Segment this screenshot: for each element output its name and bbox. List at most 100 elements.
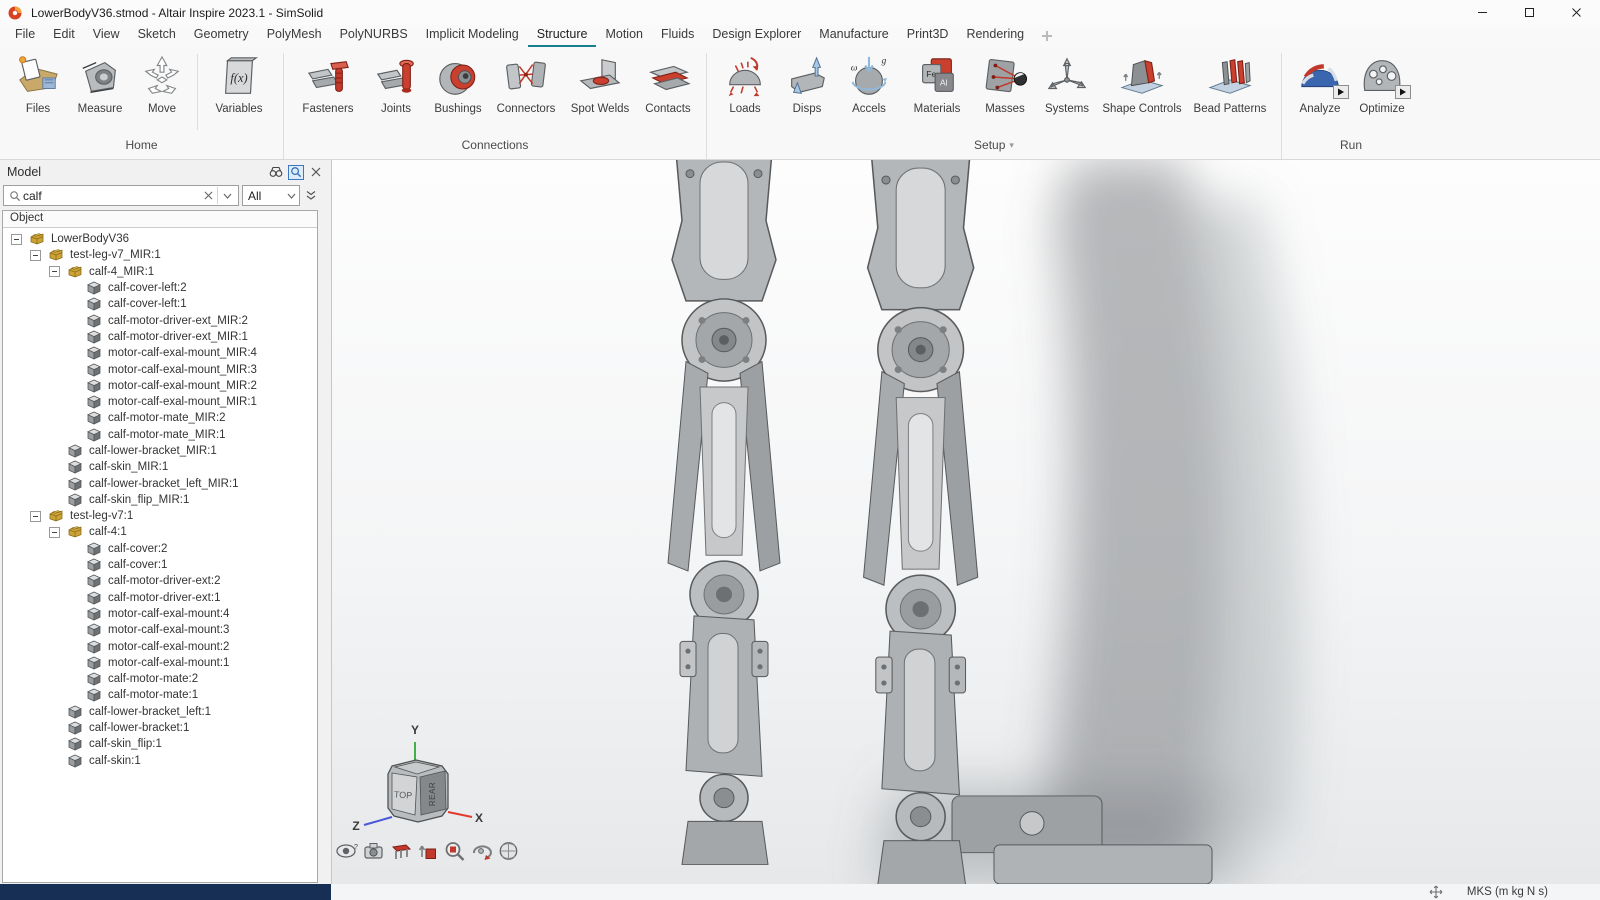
tree-row[interactable]: motor-calf-exal-mount_MIR:1	[5, 394, 317, 410]
collapse-expander-icon[interactable]	[49, 266, 60, 277]
tree-row[interactable]: motor-calf-exal-mount_MIR:3	[5, 361, 317, 377]
section-plane-icon[interactable]	[389, 840, 413, 862]
bushings-button[interactable]: Bushings	[427, 53, 489, 116]
tree-row[interactable]: calf-lower-bracket_MIR:1	[5, 443, 317, 459]
tree-row[interactable]: calf-lower-bracket_left_MIR:1	[5, 475, 317, 491]
tree-row[interactable]: motor-calf-exal-mount:3	[5, 622, 317, 638]
close-button[interactable]	[1553, 0, 1600, 25]
menu-item-geometry[interactable]: Geometry	[185, 25, 258, 47]
tree-row[interactable]: calf-motor-mate:2	[5, 671, 317, 687]
tree-row[interactable]: motor-calf-exal-mount_MIR:4	[5, 345, 317, 361]
tree-row[interactable]: test-leg-v7_MIR:1	[5, 247, 317, 263]
3d-viewport[interactable]: TOP REAR Y X Z ?	[332, 160, 1600, 884]
loads-button[interactable]: Loads	[714, 53, 776, 116]
tree-row[interactable]: calf-motor-driver-ext_MIR:1	[5, 329, 317, 345]
expand-search-options-icon[interactable]	[303, 186, 319, 206]
collapse-expander-icon[interactable]	[30, 250, 41, 261]
masses-button[interactable]: Masses	[974, 53, 1036, 116]
view-sphere-icon[interactable]	[497, 840, 521, 862]
tree-row[interactable]: calf-motor-mate_MIR:2	[5, 410, 317, 426]
shape-controls-button[interactable]: Shape Controls	[1098, 53, 1186, 116]
minimize-button[interactable]	[1459, 0, 1506, 25]
tree-row[interactable]: calf-4_MIR:1	[5, 264, 317, 280]
collapse-expander-icon[interactable]	[11, 234, 22, 245]
materials-button[interactable]: FeAlMaterials	[900, 53, 974, 116]
spot-welds-button[interactable]: Spot Welds	[563, 53, 637, 116]
clear-search-icon[interactable]	[200, 187, 216, 205]
tree-row[interactable]: calf-4:1	[5, 524, 317, 540]
view-cube-top-face-label[interactable]: TOP	[394, 789, 413, 800]
tree-row[interactable]: calf-lower-bracket:1	[5, 720, 317, 736]
search-box[interactable]	[3, 185, 239, 206]
menu-item-fluids[interactable]: Fluids	[652, 25, 703, 47]
add-ribbon-tab-icon[interactable]	[1033, 25, 1061, 47]
optimize-button[interactable]: Optimize	[1351, 53, 1413, 116]
contacts-button[interactable]: Contacts	[637, 53, 699, 116]
systems-button[interactable]: Systems	[1036, 53, 1098, 116]
tree-row[interactable]: calf-skin:1	[5, 753, 317, 769]
menu-item-rendering[interactable]: Rendering	[957, 25, 1033, 47]
joints-button[interactable]: Joints	[365, 53, 427, 116]
search-filter-dropdown[interactable]: All	[242, 185, 300, 206]
panel-close-icon[interactable]	[308, 165, 324, 180]
variables-button[interactable]: f(x)Variables	[202, 53, 276, 116]
maximize-button[interactable]	[1506, 0, 1553, 25]
move-button[interactable]: Move	[131, 53, 193, 116]
menu-item-sketch[interactable]: Sketch	[129, 25, 185, 47]
units-settings-icon[interactable]	[1429, 885, 1443, 899]
measure-button[interactable]: Measure	[69, 53, 131, 116]
tree-row[interactable]: calf-cover:2	[5, 541, 317, 557]
find-binoculars-icon[interactable]	[268, 165, 284, 180]
menu-item-edit[interactable]: Edit	[44, 25, 84, 47]
menu-item-implicit-modeling[interactable]: Implicit Modeling	[417, 25, 528, 47]
collapse-expander-icon[interactable]	[49, 527, 60, 538]
menu-item-polynurbs[interactable]: PolyNURBS	[331, 25, 417, 47]
tree-row[interactable]: calf-lower-bracket_left:1	[5, 704, 317, 720]
tree-row[interactable]: test-leg-v7:1	[5, 508, 317, 524]
zoom-select-icon[interactable]	[443, 840, 467, 862]
tree-row[interactable]: calf-motor-driver-ext_MIR:2	[5, 312, 317, 328]
fit-view-icon[interactable]	[416, 840, 440, 862]
analyze-button[interactable]: Analyze	[1289, 53, 1351, 116]
setup-dropdown-icon[interactable]: ▾	[1009, 141, 1014, 150]
snapshot-camera-icon[interactable]	[362, 840, 386, 862]
bead-patterns-button[interactable]: Bead Patterns	[1186, 53, 1274, 116]
search-tool-icon[interactable]	[288, 165, 304, 180]
units-label[interactable]: MKS (m kg N s)	[1467, 886, 1548, 898]
visibility-eye-icon[interactable]: ?	[335, 840, 359, 862]
menu-item-manufacture[interactable]: Manufacture	[810, 25, 897, 47]
tree-row[interactable]: calf-skin_flip:1	[5, 736, 317, 752]
tree-row[interactable]: calf-cover:1	[5, 557, 317, 573]
tree-row[interactable]: motor-calf-exal-mount:2	[5, 638, 317, 654]
menu-item-view[interactable]: View	[84, 25, 129, 47]
tree-row[interactable]: motor-calf-exal-mount:4	[5, 606, 317, 622]
tree-row[interactable]: calf-motor-mate:1	[5, 687, 317, 703]
tree-row[interactable]: calf-cover-left:1	[5, 296, 317, 312]
tree-row[interactable]: motor-calf-exal-mount:1	[5, 655, 317, 671]
accels-button[interactable]: gωAccels	[838, 53, 900, 116]
collapse-expander-icon[interactable]	[30, 511, 41, 522]
disps-button[interactable]: Disps	[776, 53, 838, 116]
tree-row[interactable]: calf-skin_flip_MIR:1	[5, 492, 317, 508]
rotate-view-icon[interactable]	[470, 840, 494, 862]
tree-row[interactable]: calf-motor-driver-ext:2	[5, 573, 317, 589]
tree-row[interactable]: calf-skin_MIR:1	[5, 459, 317, 475]
search-input[interactable]	[23, 189, 200, 203]
tree-row[interactable]: calf-motor-mate_MIR:1	[5, 427, 317, 443]
menu-item-structure[interactable]: Structure	[528, 25, 597, 47]
fasteners-button[interactable]: Fasteners	[291, 53, 365, 116]
menu-item-file[interactable]: File	[6, 25, 44, 47]
tree-row[interactable]: calf-cover-left:2	[5, 280, 317, 296]
menu-item-print3d[interactable]: Print3D	[898, 25, 958, 47]
connectors-button[interactable]: Connectors	[489, 53, 563, 116]
menu-item-design-explorer[interactable]: Design Explorer	[703, 25, 810, 47]
menu-item-polymesh[interactable]: PolyMesh	[258, 25, 331, 47]
tree-row[interactable]: motor-calf-exal-mount_MIR:2	[5, 378, 317, 394]
tree-row[interactable]: LowerBodyV36	[5, 231, 317, 247]
tree-row[interactable]: calf-motor-driver-ext:1	[5, 590, 317, 606]
menu-item-motion[interactable]: Motion	[596, 25, 652, 47]
view-cube-rear-face-label[interactable]: REAR	[428, 782, 437, 806]
files-button[interactable]: Files	[7, 53, 69, 116]
search-history-chevron-icon[interactable]	[219, 187, 235, 205]
view-cube[interactable]: TOP REAR Y X Z	[340, 716, 490, 834]
